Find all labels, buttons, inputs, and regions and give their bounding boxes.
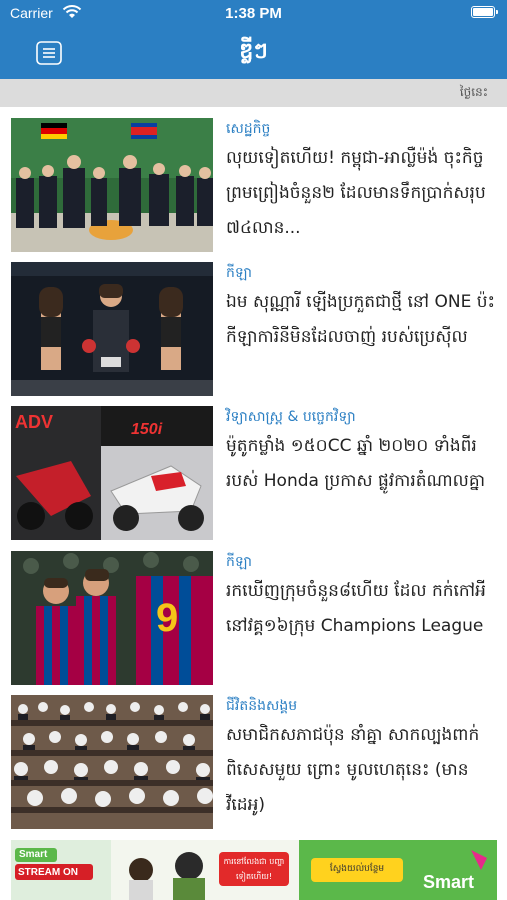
ad-banner[interactable]: Smart STREAM ON ការនៅលែងជា បញ្ហាទៀតហើយ! … <box>11 840 497 900</box>
article-category: សេដ្ឋកិច្ច <box>226 121 271 137</box>
svg-text:150i: 150i <box>131 421 163 438</box>
article-category: ជីវិតនិងសង្គម <box>226 698 298 714</box>
smart-logo-right: Smart <box>423 872 475 892</box>
svg-text:ADV: ADV <box>15 412 53 432</box>
status-bar: Carrier 1:38 PM <box>0 0 507 30</box>
svg-text:9: 9 <box>156 596 178 640</box>
article-headline: រកឃើញក្រុមចំនួន៨ហើយ ដែល កក់កៅអីនៅវគ្គ១៦ក… <box>226 581 486 636</box>
clock: 1:38 PM <box>225 5 282 22</box>
article-item[interactable]: ADV 150i វិទ្យាសាស្ត្រ & បច្ចេកវិទ្យា ម៉… <box>11 406 501 540</box>
article-headline: ម៉ូតូកម្លាំង ១៥០CC ឆ្នាំ ២០២០ ទាំងពីររបស… <box>226 436 486 491</box>
article-item[interactable]: សេដ្ឋកិច្ច លុយទៀតហើយ! កម្ពុជា-អាល្លឺម៉ង់… <box>11 118 501 252</box>
app-title: ឌ្លីៗ <box>239 39 268 64</box>
article-item[interactable]: 9 កីឡា រកឃើញក្រុមចំនួន៨ហើយ ដែល កក់កៅអីនៅ… <box>11 551 501 685</box>
article-thumbnail <box>11 695 213 829</box>
battery-icon <box>471 6 498 18</box>
stream-on-label: STREAM ON <box>18 867 78 878</box>
navigation-bar: Carrier 1:38 PM ឌ្លីៗ <box>0 0 507 79</box>
article-thumbnail <box>11 262 213 396</box>
article-headline: សមាជិកសភាជប៉ុន នាំគ្នា សាកល្បងពាក់ពិសេសម… <box>226 725 480 815</box>
date-bar: ថ្ងៃនេះ <box>0 79 507 107</box>
article-category: វិទ្យាសាស្ត្រ & បច្ចេកវិទ្យា <box>226 409 356 425</box>
article-item[interactable]: ជីវិតនិងសង្គម សមាជិកសភាជប៉ុន នាំគ្នា សាក… <box>11 695 501 829</box>
promo-text: ការនៅលែងជា បញ្ហាទៀតហើយ! <box>223 857 285 881</box>
article-thumbnail: ADV 150i <box>11 406 213 540</box>
article-category: កីឡា <box>226 554 252 570</box>
date-label: ថ្ងៃនេះ <box>459 85 488 99</box>
article-thumbnail: 9 <box>11 551 213 685</box>
article-headline: លុយទៀតហើយ! កម្ពុជា-អាល្លឺម៉ង់ ចុះកិច្ចព្… <box>226 148 486 238</box>
article-thumbnail <box>11 118 213 252</box>
article-category: កីឡា <box>226 265 252 281</box>
smart-logo-left: Smart <box>19 849 48 860</box>
article-headline: ឯម សុណ្ណារី ឡើងប្រកួតជាថ្មី នៅ ONE ប៉ះកី… <box>226 292 495 347</box>
learn-more-button[interactable]: ស្វែងយល់បន្ថែម <box>313 863 401 876</box>
article-item[interactable]: កីឡា ឯម សុណ្ណារី ឡើងប្រកួតជាថ្មី នៅ ONE … <box>11 262 501 396</box>
